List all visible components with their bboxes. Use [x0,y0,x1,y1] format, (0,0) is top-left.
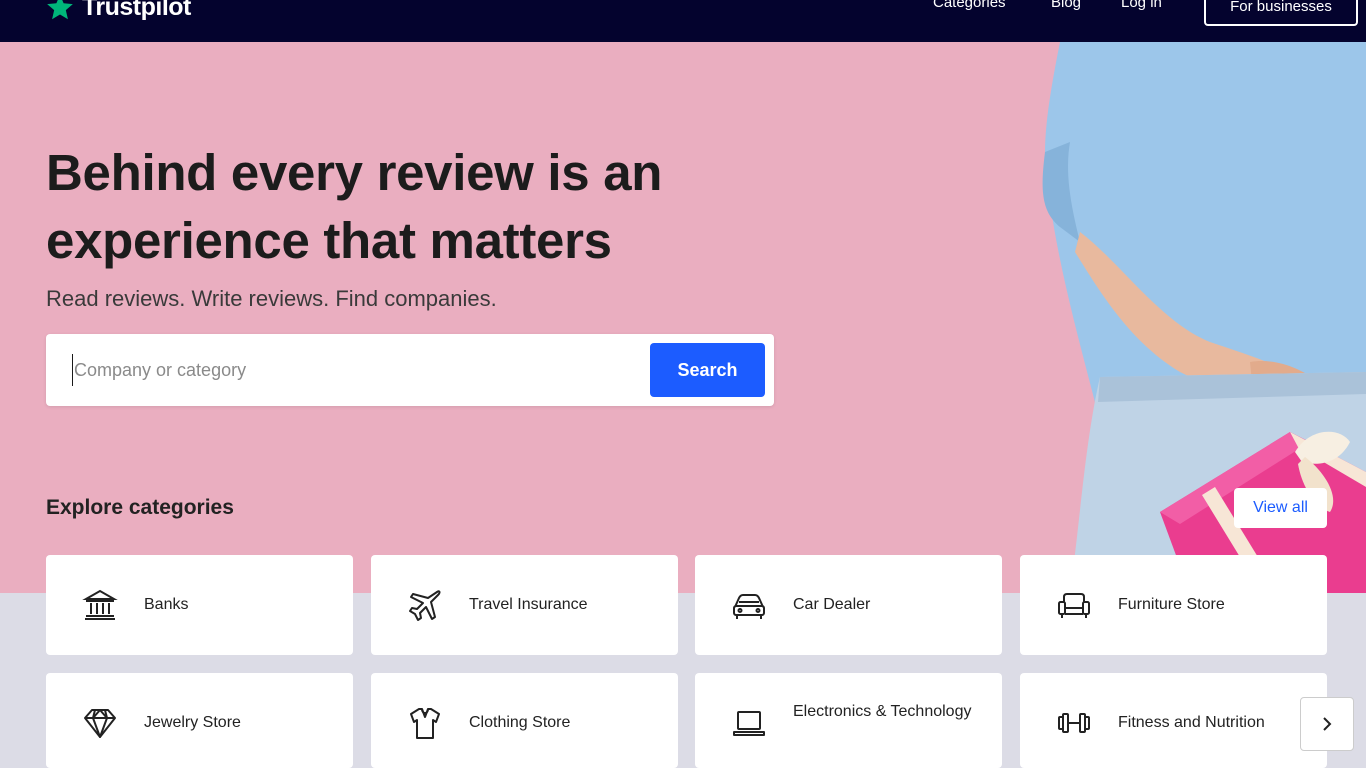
search-box: Search [46,334,774,406]
category-label: Fitness and Nutrition [1118,714,1265,731]
category-card-car-dealer[interactable]: Car Dealer [695,555,1002,655]
category-card-electronics-technology[interactable]: Electronics & Technology [695,673,1002,768]
nav-login-link[interactable]: Log in [1121,0,1162,12]
category-label: Furniture Store [1118,596,1225,613]
logo-text: Trustpilot [82,0,191,21]
diamond-icon [84,709,116,738]
for-businesses-button[interactable]: For businesses [1204,0,1358,26]
carousel-next-button[interactable] [1300,697,1354,751]
hero-subline: Read reviews. Write reviews. Find compan… [46,286,497,311]
search-button[interactable]: Search [650,343,765,397]
bank-icon [82,589,118,620]
armchair-icon [1058,593,1090,618]
category-card-banks[interactable]: Banks [46,555,353,655]
shirt-icon [410,708,440,739]
explore-categories-title: Explore categories [46,496,234,519]
category-label: Electronics & Technology [793,703,972,720]
star-icon [47,0,73,20]
category-label: Car Dealer [793,596,871,613]
nav-blog-link[interactable]: Blog [1051,0,1081,12]
category-label: Clothing Store [469,714,571,731]
top-navigation-bar: Trustpilot Categories Blog Log in For bu… [0,0,1366,42]
category-card-furniture-store[interactable]: Furniture Store [1020,555,1327,655]
company-search-input[interactable] [72,354,632,386]
view-all-button[interactable]: View all [1234,488,1327,528]
category-label: Jewelry Store [144,714,241,731]
trustpilot-logo[interactable]: Trustpilot [46,0,191,22]
category-card-clothing-store[interactable]: Clothing Store [371,673,678,768]
hero-headline: Behind every review is an experience tha… [46,144,663,269]
category-label: Banks [144,596,189,613]
category-card-jewelry-store[interactable]: Jewelry Store [46,673,353,768]
category-card-fitness-nutrition[interactable]: Fitness and Nutrition [1020,673,1327,768]
hero-section: Behind every review is an experience tha… [0,42,1366,593]
dumbbell-icon [1058,713,1090,733]
chevron-right-icon [1323,717,1332,731]
nav-categories-link[interactable]: Categories [933,0,1006,12]
car-icon [733,594,765,619]
category-card-travel-insurance[interactable]: Travel Insurance [371,555,678,655]
category-label: Travel Insurance [469,596,588,613]
laptop-icon [733,711,765,736]
airplane-icon [409,590,441,621]
